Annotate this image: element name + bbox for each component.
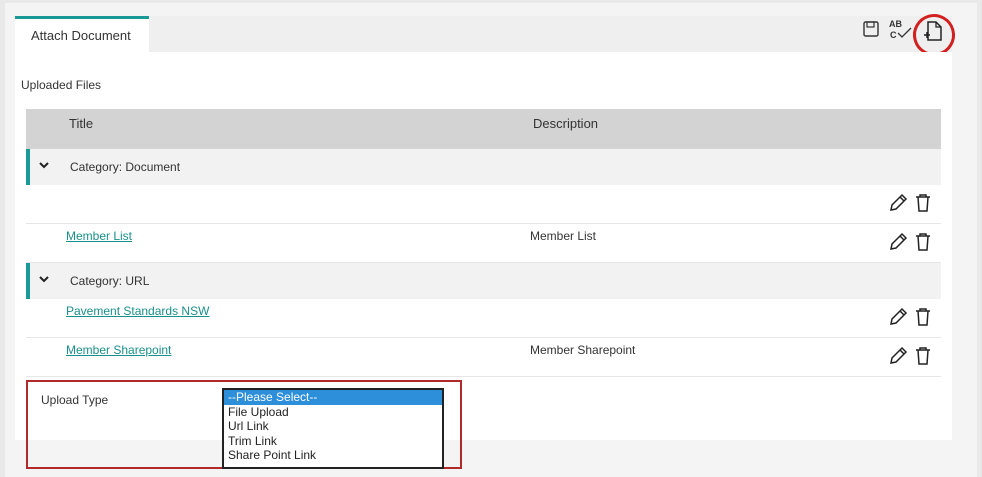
section-title: Uploaded Files: [21, 78, 102, 92]
table-row: Member List Member List: [26, 224, 941, 263]
edit-pencil-icon[interactable]: [888, 232, 908, 252]
svg-text:C: C: [890, 30, 897, 40]
delete-trash-icon[interactable]: [914, 346, 932, 366]
svg-text:AB: AB: [889, 19, 902, 29]
table-row: Pavement Standards NSW: [26, 299, 941, 338]
upload-type-option[interactable]: --Please Select--: [224, 390, 442, 405]
table-row: [26, 185, 941, 224]
column-header-description[interactable]: Description: [533, 116, 598, 131]
upload-type-option[interactable]: Share Point Link: [224, 448, 442, 463]
upload-type-option[interactable]: Trim Link: [224, 434, 442, 449]
tab-label: Attach Document: [31, 28, 131, 43]
chevron-down-icon[interactable]: [38, 273, 50, 285]
edit-pencil-icon[interactable]: [888, 346, 908, 366]
delete-trash-icon[interactable]: [914, 193, 932, 213]
file-title-link[interactable]: Pavement Standards NSW: [66, 304, 209, 318]
category-label: Category: Document: [70, 160, 181, 174]
category-label: Category: URL: [70, 274, 150, 288]
upload-type-select[interactable]: --Please Select-- File Upload Url Link T…: [222, 388, 444, 469]
chevron-down-icon[interactable]: [38, 159, 50, 171]
table-row: Member Sharepoint Member Sharepoint: [26, 338, 941, 377]
delete-trash-icon[interactable]: [914, 232, 932, 252]
edit-pencil-icon[interactable]: [888, 307, 908, 327]
table-header: Title Description: [26, 109, 941, 149]
tab-strip: Attach Document: [15, 16, 952, 52]
uploaded-files-table: Title Description Category: Document Mem…: [26, 109, 941, 377]
file-title-link[interactable]: Member Sharepoint: [66, 343, 171, 357]
file-description: Member Sharepoint: [530, 343, 636, 357]
upload-type-option[interactable]: Url Link: [224, 419, 442, 434]
file-description: Member List: [530, 229, 597, 243]
spellcheck-icon[interactable]: AB C: [887, 18, 915, 40]
file-title-link[interactable]: Member List: [66, 229, 132, 243]
tab-attach-document[interactable]: Attach Document: [15, 16, 149, 52]
category-row-url[interactable]: Category: URL: [26, 263, 941, 299]
category-row-document[interactable]: Category: Document: [26, 149, 941, 185]
column-header-title[interactable]: Title: [69, 116, 93, 131]
delete-trash-icon[interactable]: [914, 307, 932, 327]
upload-type-option[interactable]: File Upload: [224, 405, 442, 420]
edit-pencil-icon[interactable]: [888, 193, 908, 213]
save-icon[interactable]: [860, 18, 882, 40]
